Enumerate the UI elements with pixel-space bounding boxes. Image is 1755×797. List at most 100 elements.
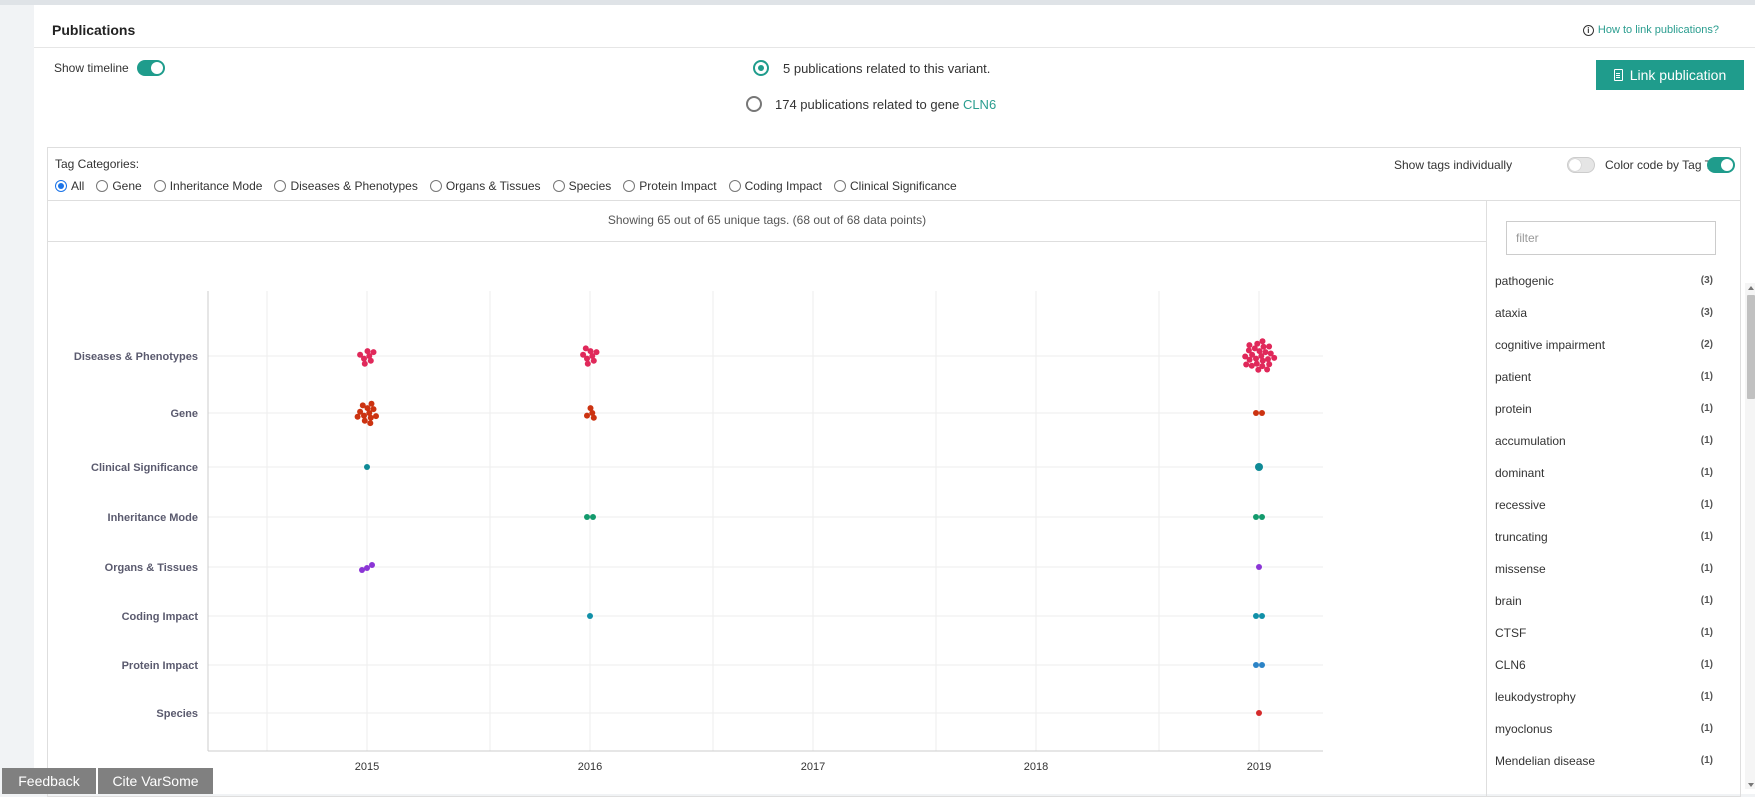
tag-list-item[interactable]: accumulation (1)	[1495, 434, 1717, 454]
scroll-up-icon[interactable]	[1748, 286, 1754, 290]
data-point[interactable]	[357, 351, 364, 358]
data-point[interactable]	[1242, 353, 1249, 360]
data-point[interactable]	[367, 357, 374, 364]
filter-input[interactable]	[1506, 221, 1716, 255]
data-point[interactable]	[593, 349, 600, 356]
data-point[interactable]	[590, 357, 597, 364]
data-point[interactable]	[1265, 356, 1271, 363]
tag-list-item[interactable]: CLN6 (1)	[1495, 658, 1717, 678]
gene-publications-radio[interactable]	[746, 96, 762, 112]
show-tags-individually-toggle[interactable]	[1567, 157, 1595, 173]
tag-list-item[interactable]: myoclonus (1)	[1495, 722, 1717, 742]
data-point[interactable]	[367, 420, 374, 427]
data-point[interactable]	[584, 360, 591, 367]
data-point[interactable]	[1266, 343, 1273, 350]
tag-category-radio[interactable]	[153, 180, 166, 192]
data-point[interactable]	[1271, 354, 1278, 361]
tag-list-item[interactable]: protein (1)	[1495, 402, 1717, 422]
data-point[interactable]	[1248, 362, 1255, 369]
data-point[interactable]	[1256, 710, 1262, 716]
variant-publications-radio[interactable]	[753, 60, 769, 76]
tag-list-item[interactable]: ataxia (3)	[1495, 306, 1717, 326]
data-point[interactable]	[1264, 366, 1271, 373]
tag-list-item[interactable]: brain (1)	[1495, 594, 1717, 614]
data-point[interactable]	[1254, 340, 1261, 347]
data-point[interactable]	[1253, 662, 1259, 668]
data-point[interactable]	[364, 348, 371, 355]
tag-list-item[interactable]: cognitive impairment (2)	[1495, 338, 1717, 358]
tag-category-radio[interactable]	[429, 180, 442, 192]
data-point[interactable]	[1259, 410, 1265, 416]
tag-category-option[interactable]: Species	[552, 179, 611, 193]
tag-category-option[interactable]: Coding Impact	[728, 179, 822, 193]
data-point[interactable]	[582, 345, 589, 352]
cite-varsome-button[interactable]: Cite VarSome	[98, 768, 213, 794]
tag-category-option[interactable]: Organs & Tissues	[429, 179, 541, 193]
data-point[interactable]	[1253, 613, 1259, 619]
tag-category-radio[interactable]	[55, 180, 67, 192]
data-point[interactable]	[1245, 347, 1252, 354]
tag-category-radio[interactable]	[623, 180, 636, 192]
scroll-down-icon[interactable]	[1748, 783, 1754, 787]
data-point[interactable]	[1246, 342, 1253, 349]
data-point[interactable]	[370, 349, 377, 356]
data-point[interactable]	[364, 565, 370, 571]
data-point[interactable]	[361, 417, 368, 424]
data-point[interactable]	[1259, 338, 1266, 345]
data-point[interactable]	[1260, 343, 1267, 350]
tag-category-radio[interactable]	[834, 180, 847, 192]
tag-category-radio[interactable]	[552, 180, 565, 192]
help-link[interactable]: i How to link publications?	[1582, 24, 1719, 36]
link-publication-button[interactable]: Link publication	[1596, 60, 1744, 90]
data-point[interactable]	[364, 464, 370, 470]
data-point[interactable]	[373, 413, 379, 420]
data-point[interactable]	[584, 514, 590, 520]
data-point[interactable]	[1262, 349, 1269, 356]
data-point[interactable]	[359, 402, 366, 409]
tag-category-radio[interactable]	[96, 180, 109, 192]
show-timeline-toggle[interactable]	[137, 60, 165, 76]
data-point[interactable]	[1266, 361, 1273, 368]
data-point[interactable]	[1243, 361, 1250, 368]
tag-list-item[interactable]: truncating (1)	[1495, 530, 1717, 550]
tag-list-item[interactable]: pathogenic (3)	[1495, 274, 1717, 294]
tag-list-item[interactable]: Mendelian disease (1)	[1495, 754, 1717, 774]
data-point[interactable]	[367, 414, 374, 421]
tag-list-item[interactable]: patient (1)	[1495, 370, 1717, 390]
data-point[interactable]	[1253, 410, 1259, 416]
gene-link[interactable]: CLN6	[963, 97, 996, 112]
scrollbar-thumb[interactable]	[1747, 295, 1755, 399]
data-point[interactable]	[1259, 514, 1265, 520]
data-point[interactable]	[584, 412, 590, 419]
data-point[interactable]	[1259, 357, 1266, 364]
data-point[interactable]	[354, 413, 361, 420]
tag-category-option[interactable]: Clinical Significance	[834, 179, 957, 193]
data-point[interactable]	[1259, 613, 1265, 619]
data-point[interactable]	[370, 406, 377, 413]
data-point[interactable]	[590, 514, 596, 520]
data-point[interactable]	[1253, 514, 1259, 520]
data-point[interactable]	[587, 405, 594, 412]
data-point[interactable]	[1255, 463, 1263, 471]
tag-category-option[interactable]: Gene	[96, 179, 142, 193]
tag-category-radio[interactable]	[274, 180, 287, 192]
data-point[interactable]	[361, 360, 368, 367]
tag-list-item[interactable]: leukodystrophy (1)	[1495, 690, 1717, 710]
tag-list-item[interactable]: missense (1)	[1495, 562, 1717, 582]
tag-category-radio[interactable]	[728, 180, 741, 192]
tag-category-option[interactable]: All	[55, 179, 84, 193]
tag-list-scrollbar[interactable]	[1745, 283, 1755, 789]
data-point[interactable]	[590, 414, 597, 421]
tag-list-item[interactable]: dominant (1)	[1495, 466, 1717, 486]
tag-category-option[interactable]: Protein Impact	[623, 179, 717, 193]
tag-list-item[interactable]: recessive (1)	[1495, 498, 1717, 518]
color-code-toggle[interactable]	[1707, 157, 1735, 173]
data-point[interactable]	[369, 562, 375, 568]
tag-category-option[interactable]: Diseases & Phenotypes	[274, 179, 418, 193]
data-point[interactable]	[580, 351, 587, 358]
data-point[interactable]	[368, 400, 375, 407]
tag-list-item[interactable]: CTSF (1)	[1495, 626, 1717, 646]
feedback-button[interactable]: Feedback	[2, 768, 96, 794]
tag-category-option[interactable]: Inheritance Mode	[153, 179, 262, 193]
data-point[interactable]	[1259, 662, 1265, 668]
